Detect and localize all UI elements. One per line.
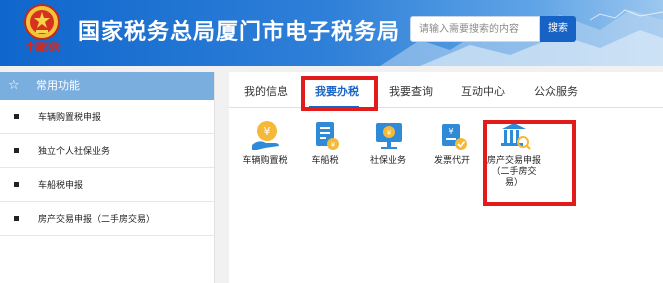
tab-my-info[interactable]: 我的信息 bbox=[244, 83, 288, 99]
site-title: 国家税务总局厦门市电子税务局 bbox=[78, 20, 401, 45]
sidebar-header: ☆ 常用功能 bbox=[0, 72, 214, 100]
bullet-icon bbox=[14, 148, 19, 153]
tax-emblem-icon bbox=[24, 4, 60, 40]
service-label: 社保业务 bbox=[369, 156, 406, 166]
bullet-icon bbox=[14, 182, 19, 187]
tab-bar: 我的信息 我要办税 我要查询 互动中心 公众服务 bbox=[229, 72, 663, 108]
tab-interaction-center[interactable]: 互动中心 bbox=[461, 83, 505, 99]
search-button[interactable]: 搜索 bbox=[540, 16, 576, 42]
bullet-icon bbox=[14, 216, 19, 221]
tab-query[interactable]: 我要查询 bbox=[389, 83, 433, 99]
coin-hand-icon: ¥ bbox=[252, 121, 279, 150]
search-input[interactable] bbox=[410, 16, 540, 42]
monitor-coin-icon: ¥ bbox=[376, 123, 402, 149]
invoice-check-icon: ¥ bbox=[442, 124, 467, 150]
document-coin-icon: ¥ bbox=[316, 122, 339, 150]
sidebar-item-label: 车船税申报 bbox=[38, 181, 84, 191]
highlight-box-service bbox=[483, 120, 576, 206]
sidebar-item-label: 车辆购置税申报 bbox=[38, 113, 102, 123]
bullet-icon bbox=[14, 114, 19, 119]
svg-text:¥: ¥ bbox=[331, 141, 336, 149]
svg-text:¥: ¥ bbox=[448, 127, 453, 136]
sidebar-item-label: 独立个人社保业务 bbox=[38, 147, 111, 157]
star-icon: ☆ bbox=[8, 78, 20, 93]
site-header: 中國稅務 国家税务总局厦门市电子税务局 搜索 bbox=[0, 0, 663, 66]
highlight-box-tab bbox=[301, 76, 378, 111]
sidebar-item-property-transaction[interactable]: 房产交易申报（二手房交易） bbox=[0, 202, 214, 236]
svg-text:¥: ¥ bbox=[387, 129, 392, 137]
sidebar-header-label: 常用功能 bbox=[36, 79, 80, 92]
sidebar-item-label: 房产交易申报（二手房交易） bbox=[38, 215, 156, 225]
svg-text:¥: ¥ bbox=[264, 125, 271, 138]
service-label: 车船税 bbox=[311, 156, 339, 166]
tab-public-service[interactable]: 公众服务 bbox=[534, 83, 578, 99]
sidebar-item-social-insurance[interactable]: 独立个人社保业务 bbox=[0, 134, 214, 168]
logo-motto: 中國稅務 bbox=[25, 43, 61, 53]
sidebar-item-vehicle-vessel-tax[interactable]: 车船税申报 bbox=[0, 168, 214, 202]
main-panel: 我的信息 我要办税 我要查询 互动中心 公众服务 ¥ 车辆购置税 ¥ 车船税 ¥… bbox=[229, 72, 663, 283]
sidebar-item-vehicle-purchase-tax[interactable]: 车辆购置税申报 bbox=[0, 100, 214, 134]
sidebar: ☆ 常用功能 车辆购置税申报 独立个人社保业务 车船税申报 房产交易申报（二手房… bbox=[0, 72, 215, 283]
